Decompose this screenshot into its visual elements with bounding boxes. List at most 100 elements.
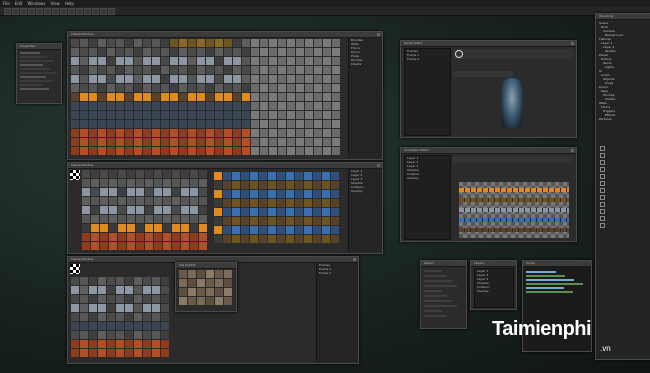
checkbox[interactable] [600, 223, 605, 228]
tile[interactable] [71, 304, 79, 312]
tile[interactable] [172, 215, 180, 223]
tile[interactable] [152, 313, 160, 321]
tile[interactable] [98, 340, 106, 348]
tile[interactable] [152, 129, 160, 137]
tile[interactable] [170, 147, 178, 155]
tile[interactable] [179, 297, 187, 305]
tile[interactable] [206, 138, 214, 146]
tile[interactable] [161, 111, 169, 119]
tile[interactable] [116, 138, 124, 146]
tile[interactable] [80, 286, 88, 294]
tile[interactable] [260, 129, 268, 137]
tile[interactable] [232, 217, 240, 225]
tile[interactable] [179, 48, 187, 56]
tile[interactable] [127, 197, 135, 205]
tile[interactable] [323, 66, 331, 74]
tile[interactable] [215, 270, 223, 278]
tile[interactable] [125, 322, 133, 330]
tile[interactable] [161, 84, 169, 92]
tile[interactable] [232, 190, 240, 198]
tile[interactable] [242, 57, 250, 65]
tile[interactable] [143, 66, 151, 74]
tile[interactable] [98, 295, 106, 303]
tile[interactable] [145, 224, 153, 232]
tile[interactable] [206, 120, 214, 128]
tile[interactable] [268, 226, 276, 234]
tile[interactable] [332, 48, 340, 56]
tile[interactable] [277, 226, 285, 234]
tile[interactable] [199, 206, 207, 214]
tile[interactable] [109, 170, 117, 178]
tile[interactable] [152, 66, 160, 74]
tile[interactable] [127, 179, 135, 187]
tile[interactable] [188, 297, 196, 305]
tile[interactable] [143, 84, 151, 92]
tile[interactable] [143, 322, 151, 330]
tile[interactable] [251, 57, 259, 65]
tile[interactable] [172, 188, 180, 196]
tile[interactable] [152, 322, 160, 330]
tile[interactable] [233, 75, 241, 83]
tile[interactable] [71, 138, 79, 146]
tile[interactable] [107, 331, 115, 339]
animation-list[interactable]: Layer 1 Layer 2 Layer 3 Shadow Collision Over… [404, 155, 451, 240]
tile[interactable] [332, 102, 340, 110]
tile[interactable] [322, 208, 330, 216]
tile[interactable] [188, 270, 196, 278]
tile[interactable] [314, 57, 322, 65]
tile[interactable] [100, 224, 108, 232]
tile[interactable] [82, 197, 90, 205]
tile[interactable] [322, 217, 330, 225]
toolbar-button[interactable] [84, 8, 91, 15]
menu-item[interactable]: View [50, 1, 60, 6]
tile[interactable] [125, 111, 133, 119]
tile[interactable] [71, 84, 79, 92]
tile[interactable] [181, 188, 189, 196]
tile[interactable] [215, 75, 223, 83]
tile[interactable] [100, 233, 108, 241]
tile[interactable] [136, 170, 144, 178]
tile[interactable] [179, 111, 187, 119]
tile[interactable] [214, 190, 222, 198]
checkbox[interactable] [600, 174, 605, 179]
toolbar-button[interactable] [4, 8, 11, 15]
tile[interactable] [145, 197, 153, 205]
tile[interactable] [161, 331, 169, 339]
tile[interactable] [125, 313, 133, 321]
tile[interactable] [179, 129, 187, 137]
tile[interactable] [215, 288, 223, 296]
tile[interactable] [242, 93, 250, 101]
tile[interactable] [269, 129, 277, 137]
tile[interactable] [170, 84, 178, 92]
tile[interactable] [206, 270, 214, 278]
tile[interactable] [233, 111, 241, 119]
tile[interactable] [152, 93, 160, 101]
tile[interactable] [71, 147, 79, 155]
tile[interactable] [161, 129, 169, 137]
tile[interactable] [323, 111, 331, 119]
tile[interactable] [170, 120, 178, 128]
tile[interactable] [89, 313, 97, 321]
tile[interactable] [100, 242, 108, 250]
tile[interactable] [143, 331, 151, 339]
tile[interactable] [170, 57, 178, 65]
tile[interactable] [331, 226, 339, 234]
tile[interactable] [305, 75, 313, 83]
tile[interactable] [197, 120, 205, 128]
tile[interactable] [305, 66, 313, 74]
tile[interactable] [188, 75, 196, 83]
tile[interactable] [304, 217, 312, 225]
tileset-window-middle[interactable]: Tileset Window Layer 1 Layer 2 Layer 3 Shad… [67, 162, 383, 254]
tile[interactable] [134, 340, 142, 348]
list-item[interactable]: Overlay [405, 176, 450, 180]
tile[interactable] [199, 197, 207, 205]
tile[interactable] [125, 331, 133, 339]
checkbox[interactable] [600, 216, 605, 221]
tile[interactable] [98, 102, 106, 110]
tile[interactable] [259, 235, 267, 243]
tile[interactable] [170, 75, 178, 83]
hierarchy-tree[interactable]: Scene Root Camera Background Tilemap Layer 1L… [596, 21, 650, 141]
tile[interactable] [107, 138, 115, 146]
tile[interactable] [161, 66, 169, 74]
tile[interactable] [179, 120, 187, 128]
